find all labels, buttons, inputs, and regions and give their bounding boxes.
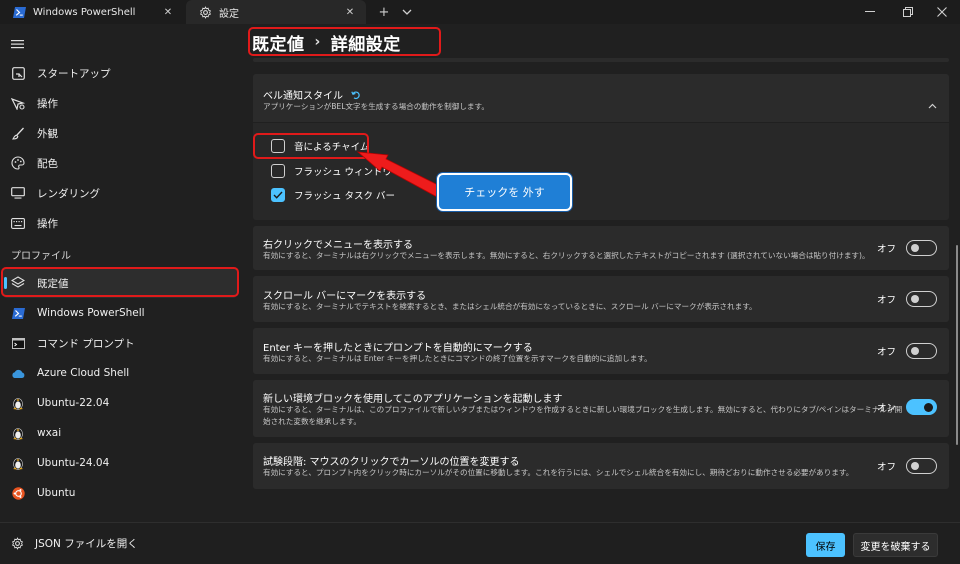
footer-bar: JSON ファイルを開く 保存 変更を破棄する	[0, 522, 960, 564]
gear-icon	[11, 537, 24, 550]
annotation-callout: チェックを 外す	[437, 173, 572, 211]
save-button[interactable]: 保存	[806, 533, 845, 557]
open-json-file-link[interactable]: JSON ファイルを開く	[11, 536, 138, 551]
open-json-label: JSON ファイルを開く	[35, 538, 138, 550]
discard-changes-button[interactable]: 変更を破棄する	[853, 533, 938, 557]
annotation-arrow	[356, 151, 441, 198]
